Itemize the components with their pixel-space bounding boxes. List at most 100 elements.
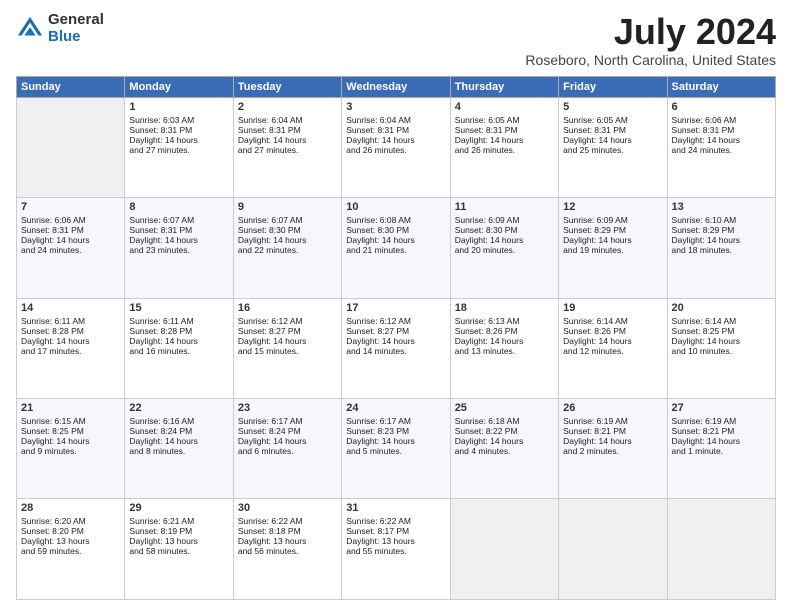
day-cell	[559, 499, 667, 600]
day-number: 23	[238, 402, 337, 414]
day-info: Sunrise: 6:09 AM	[563, 215, 662, 225]
day-info: and 25 minutes.	[563, 145, 662, 155]
day-number: 19	[563, 302, 662, 314]
day-info: Daylight: 14 hours	[563, 135, 662, 145]
day-info: Sunrise: 6:17 AM	[346, 416, 445, 426]
day-info: Daylight: 14 hours	[129, 336, 228, 346]
day-info: and 26 minutes.	[455, 145, 554, 155]
day-info: Sunset: 8:23 PM	[346, 426, 445, 436]
day-number: 10	[346, 201, 445, 213]
day-cell: 9Sunrise: 6:07 AMSunset: 8:30 PMDaylight…	[233, 198, 341, 298]
day-info: Sunset: 8:29 PM	[672, 225, 771, 235]
day-cell: 21Sunrise: 6:15 AMSunset: 8:25 PMDayligh…	[17, 399, 125, 499]
day-info: Daylight: 14 hours	[21, 235, 120, 245]
day-cell: 18Sunrise: 6:13 AMSunset: 8:26 PMDayligh…	[450, 298, 558, 398]
day-info: Daylight: 14 hours	[129, 436, 228, 446]
day-info: and 1 minute.	[672, 446, 771, 456]
day-info: Sunrise: 6:13 AM	[455, 316, 554, 326]
day-cell: 16Sunrise: 6:12 AMSunset: 8:27 PMDayligh…	[233, 298, 341, 398]
day-info: and 27 minutes.	[238, 145, 337, 155]
col-header-monday: Monday	[125, 76, 233, 97]
location-text: Roseboro, North Carolina, United States	[525, 52, 776, 68]
day-number: 6	[672, 101, 771, 113]
day-info: Daylight: 13 hours	[238, 536, 337, 546]
day-cell: 24Sunrise: 6:17 AMSunset: 8:23 PMDayligh…	[342, 399, 450, 499]
day-cell: 14Sunrise: 6:11 AMSunset: 8:28 PMDayligh…	[17, 298, 125, 398]
day-info: Sunset: 8:17 PM	[346, 526, 445, 536]
day-info: Sunset: 8:24 PM	[129, 426, 228, 436]
day-info: and 18 minutes.	[672, 245, 771, 255]
day-info: Sunrise: 6:22 AM	[346, 516, 445, 526]
month-year-title: July 2024	[525, 12, 776, 52]
day-info: and 24 minutes.	[672, 145, 771, 155]
day-info: Sunset: 8:28 PM	[21, 326, 120, 336]
day-number: 3	[346, 101, 445, 113]
day-info: Daylight: 14 hours	[238, 436, 337, 446]
day-info: and 4 minutes.	[455, 446, 554, 456]
day-info: Daylight: 14 hours	[672, 235, 771, 245]
day-number: 20	[672, 302, 771, 314]
day-number: 25	[455, 402, 554, 414]
day-number: 4	[455, 101, 554, 113]
day-info: Daylight: 14 hours	[238, 336, 337, 346]
day-info: Daylight: 14 hours	[672, 436, 771, 446]
day-info: and 12 minutes.	[563, 346, 662, 356]
day-info: and 27 minutes.	[129, 145, 228, 155]
day-info: Sunset: 8:31 PM	[238, 125, 337, 135]
day-info: Sunrise: 6:22 AM	[238, 516, 337, 526]
day-info: Sunset: 8:30 PM	[346, 225, 445, 235]
day-info: Daylight: 14 hours	[21, 336, 120, 346]
day-info: and 14 minutes.	[346, 346, 445, 356]
day-info: and 56 minutes.	[238, 546, 337, 556]
day-info: Daylight: 13 hours	[21, 536, 120, 546]
day-cell: 8Sunrise: 6:07 AMSunset: 8:31 PMDaylight…	[125, 198, 233, 298]
day-info: and 13 minutes.	[455, 346, 554, 356]
day-info: and 24 minutes.	[21, 245, 120, 255]
day-info: Sunset: 8:18 PM	[238, 526, 337, 536]
day-info: and 23 minutes.	[129, 245, 228, 255]
day-info: Sunset: 8:19 PM	[129, 526, 228, 536]
day-number: 29	[129, 502, 228, 514]
day-cell: 1Sunrise: 6:03 AMSunset: 8:31 PMDaylight…	[125, 97, 233, 197]
day-info: Sunset: 8:26 PM	[563, 326, 662, 336]
day-info: Sunrise: 6:07 AM	[238, 215, 337, 225]
day-info: Sunrise: 6:20 AM	[21, 516, 120, 526]
day-info: Daylight: 14 hours	[238, 235, 337, 245]
logo-general: General	[48, 12, 104, 29]
day-cell: 25Sunrise: 6:18 AMSunset: 8:22 PMDayligh…	[450, 399, 558, 499]
day-info: Daylight: 13 hours	[346, 536, 445, 546]
day-info: Sunset: 8:31 PM	[129, 225, 228, 235]
day-number: 13	[672, 201, 771, 213]
day-number: 22	[129, 402, 228, 414]
day-info: Daylight: 14 hours	[346, 135, 445, 145]
day-info: Sunrise: 6:14 AM	[563, 316, 662, 326]
day-cell	[450, 499, 558, 600]
day-info: Sunset: 8:28 PM	[129, 326, 228, 336]
day-number: 28	[21, 502, 120, 514]
day-info: Daylight: 14 hours	[455, 336, 554, 346]
day-info: Sunrise: 6:18 AM	[455, 416, 554, 426]
page: General Blue July 2024 Roseboro, North C…	[0, 0, 792, 612]
day-cell: 12Sunrise: 6:09 AMSunset: 8:29 PMDayligh…	[559, 198, 667, 298]
day-info: Sunset: 8:21 PM	[563, 426, 662, 436]
day-number: 26	[563, 402, 662, 414]
day-info: Daylight: 14 hours	[346, 235, 445, 245]
day-info: Sunrise: 6:21 AM	[129, 516, 228, 526]
col-header-thursday: Thursday	[450, 76, 558, 97]
day-info: Sunset: 8:31 PM	[563, 125, 662, 135]
day-info: Sunrise: 6:07 AM	[129, 215, 228, 225]
day-info: Daylight: 14 hours	[563, 336, 662, 346]
day-info: Sunrise: 6:03 AM	[129, 115, 228, 125]
day-info: Sunrise: 6:16 AM	[129, 416, 228, 426]
day-info: Sunset: 8:27 PM	[346, 326, 445, 336]
day-info: Sunrise: 6:04 AM	[238, 115, 337, 125]
day-cell: 5Sunrise: 6:05 AMSunset: 8:31 PMDaylight…	[559, 97, 667, 197]
day-info: Daylight: 14 hours	[563, 436, 662, 446]
day-info: Sunset: 8:30 PM	[455, 225, 554, 235]
day-cell: 10Sunrise: 6:08 AMSunset: 8:30 PMDayligh…	[342, 198, 450, 298]
day-info: Sunset: 8:25 PM	[21, 426, 120, 436]
day-info: and 19 minutes.	[563, 245, 662, 255]
day-info: Sunrise: 6:10 AM	[672, 215, 771, 225]
day-info: and 59 minutes.	[21, 546, 120, 556]
day-info: Sunset: 8:25 PM	[672, 326, 771, 336]
